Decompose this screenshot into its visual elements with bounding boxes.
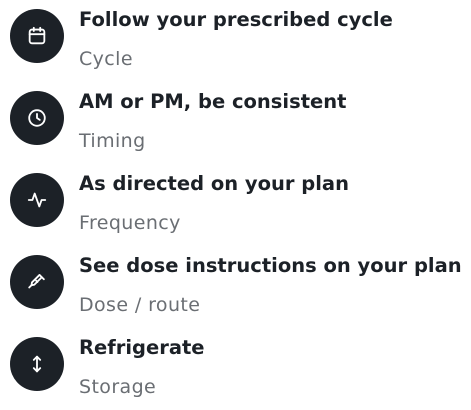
item-subtitle: Frequency [79, 212, 181, 234]
item-title: See dose instructions on your plan [79, 254, 462, 277]
syringe-icon [10, 255, 64, 309]
item-subtitle: Storage [79, 376, 157, 398]
item-title: Follow your prescribed cycle [79, 8, 393, 31]
item-title: As directed on your plan [79, 172, 349, 195]
item-subtitle: Cycle [79, 48, 133, 70]
list-item-cycle: Follow your prescribed cycle Cycle [0, 0, 471, 82]
list-item-frequency: As directed on your plan Frequency [0, 164, 471, 246]
list-item-dose-route: See dose instructions on your plan Dose … [0, 246, 471, 328]
clock-icon [10, 91, 64, 145]
item-subtitle: Timing [79, 130, 146, 152]
vertical-arrows-icon [10, 337, 64, 391]
list-item-timing: AM or PM, be consistent Timing [0, 82, 471, 164]
item-title: AM or PM, be consistent [79, 90, 347, 113]
calendar-icon [10, 9, 64, 63]
item-subtitle: Dose / route [79, 294, 201, 316]
item-title: Refrigerate [79, 336, 205, 359]
pulse-icon [10, 173, 64, 227]
